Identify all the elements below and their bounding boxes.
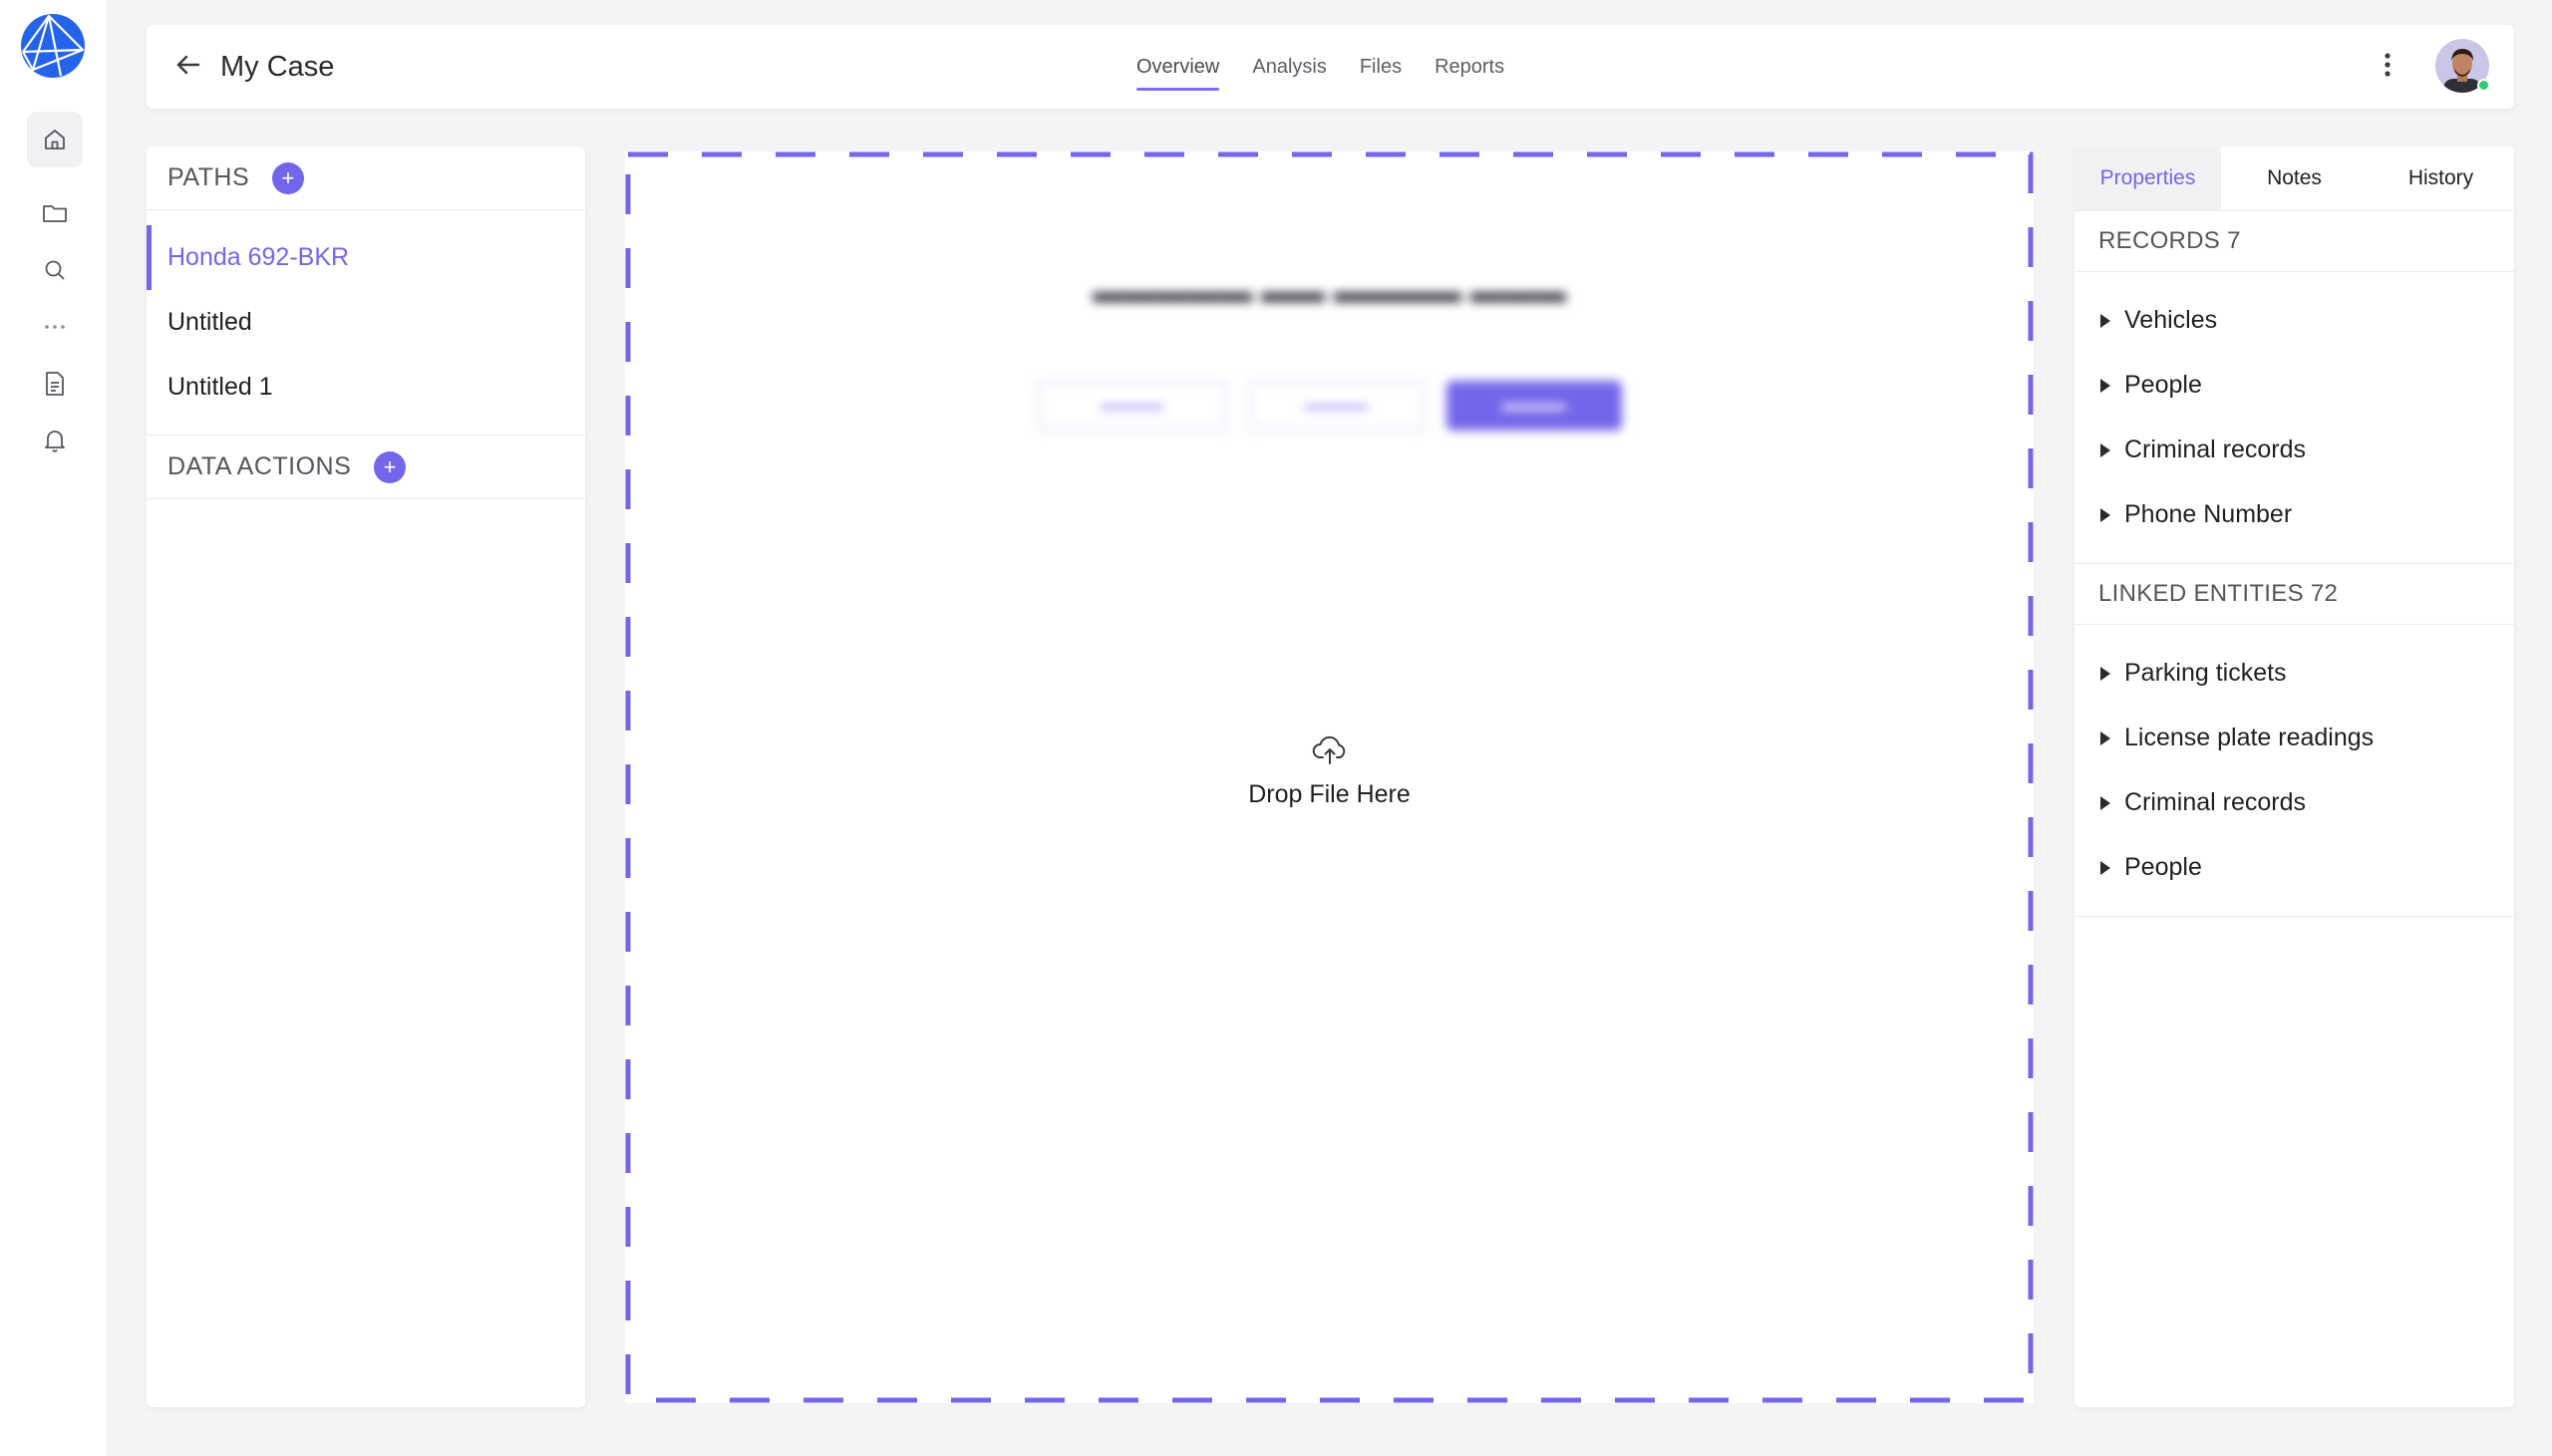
cloud-upload-icon bbox=[1312, 735, 1348, 770]
caret-right-icon bbox=[2100, 860, 2110, 875]
blurred-upload-buttons: ▬▬▬▬ ▬▬▬▬ ▬▬▬▬ bbox=[625, 381, 2034, 431]
document-icon bbox=[44, 371, 66, 397]
add-data-action-button[interactable]: + bbox=[374, 450, 407, 483]
rail-documents-button[interactable] bbox=[27, 356, 83, 412]
record-item-vehicles[interactable]: Vehicles bbox=[2074, 288, 2514, 353]
more-vertical-icon bbox=[2385, 52, 2391, 83]
properties-panel: Properties Notes History RECORDS 7 Vehic… bbox=[2074, 146, 2514, 1407]
linked-entities-header: LINKED ENTITIES 72 bbox=[2074, 563, 2514, 625]
tab-analysis[interactable]: Analysis bbox=[1252, 25, 1326, 109]
rail-notifications-button[interactable] bbox=[27, 413, 83, 468]
app-logo[interactable] bbox=[19, 12, 87, 80]
paths-panel: PATHS + Honda 692-BKR Untitled Untitled … bbox=[147, 146, 585, 1407]
path-item[interactable]: Untitled bbox=[147, 290, 585, 355]
linked-item-parking-tickets[interactable]: Parking tickets bbox=[2074, 641, 2514, 706]
top-header: My Case Overview Analysis Files Reports bbox=[147, 25, 2514, 109]
add-path-button[interactable]: + bbox=[272, 161, 305, 194]
drop-file-label: Drop File Here bbox=[1248, 780, 1411, 808]
tab-reports[interactable]: Reports bbox=[1435, 25, 1504, 109]
linked-item-label: People bbox=[2124, 853, 2202, 881]
online-status-indicator bbox=[2477, 79, 2490, 92]
linked-item-label: Criminal records bbox=[2124, 788, 2306, 816]
tab-properties[interactable]: Properties bbox=[2074, 146, 2221, 210]
caret-right-icon bbox=[2100, 730, 2110, 745]
caret-right-icon bbox=[2100, 507, 2110, 522]
left-rail bbox=[0, 0, 108, 1456]
record-item-label: People bbox=[2124, 371, 2202, 399]
record-item-label: Phone Number bbox=[2124, 500, 2293, 528]
record-item-label: Criminal records bbox=[2124, 436, 2306, 463]
plus-icon: + bbox=[281, 164, 295, 190]
blurred-button: ▬▬▬▬ bbox=[1037, 381, 1227, 431]
folder-icon bbox=[42, 201, 68, 225]
more-horizontal-icon bbox=[43, 323, 67, 331]
linked-entities-list: Parking tickets License plate readings C… bbox=[2074, 625, 2514, 917]
data-actions-header: DATA ACTIONS + bbox=[147, 436, 585, 499]
arrow-left-icon bbox=[174, 53, 202, 82]
rail-more-button[interactable] bbox=[27, 299, 83, 355]
linked-item-label: License plate readings bbox=[2124, 724, 2375, 751]
more-options-button[interactable] bbox=[2373, 49, 2402, 85]
linked-item-license-plate-readings[interactable]: License plate readings bbox=[2074, 706, 2514, 770]
tab-history[interactable]: History bbox=[2368, 146, 2514, 210]
tab-notes[interactable]: Notes bbox=[2221, 146, 2368, 210]
paths-heading: PATHS bbox=[167, 163, 250, 191]
path-item[interactable]: Honda 692-BKR bbox=[147, 225, 585, 290]
drop-prompt: Drop File Here bbox=[625, 735, 2034, 809]
rail-home-button[interactable] bbox=[27, 112, 83, 167]
caret-right-icon bbox=[2100, 795, 2110, 810]
data-actions-heading: DATA ACTIONS bbox=[167, 452, 352, 480]
caret-right-icon bbox=[2100, 442, 2110, 457]
plus-icon: + bbox=[383, 453, 397, 479]
tab-files[interactable]: Files bbox=[1360, 25, 1402, 109]
record-item-label: Vehicles bbox=[2124, 306, 2218, 334]
caret-right-icon bbox=[2100, 666, 2110, 681]
records-header: RECORDS 7 bbox=[2074, 210, 2514, 272]
file-drop-zone[interactable]: ▬▬▬▬▬ ▬▬ ▬▬▬▬ ▬▬▬ ▬▬▬▬ ▬▬▬▬ ▬▬▬▬ Drop Fi… bbox=[625, 151, 2034, 1403]
record-item-phone-number[interactable]: Phone Number bbox=[2074, 482, 2514, 547]
rail-folder-button[interactable] bbox=[27, 185, 83, 241]
properties-tabs: Properties Notes History bbox=[2074, 146, 2514, 210]
records-list: Vehicles People Criminal records Phone N… bbox=[2074, 272, 2514, 563]
linked-item-people[interactable]: People bbox=[2074, 835, 2514, 900]
blurred-primary-button: ▬▬▬▬ bbox=[1445, 381, 1622, 431]
bell-icon bbox=[43, 428, 67, 453]
back-button[interactable] bbox=[170, 49, 206, 85]
linked-item-label: Parking tickets bbox=[2124, 659, 2287, 687]
linked-item-criminal-records[interactable]: Criminal records bbox=[2074, 770, 2514, 835]
blurred-button: ▬▬▬▬ bbox=[1248, 381, 1425, 431]
record-item-criminal-records[interactable]: Criminal records bbox=[2074, 418, 2514, 482]
header-tabs: Overview Analysis Files Reports bbox=[1136, 25, 1537, 109]
blurred-upload-title: ▬▬▬▬▬ ▬▬ ▬▬▬▬ ▬▬▬ bbox=[1093, 273, 1566, 309]
record-item-people[interactable]: People bbox=[2074, 353, 2514, 418]
caret-right-icon bbox=[2100, 378, 2110, 393]
search-icon bbox=[43, 258, 67, 282]
rail-search-button[interactable] bbox=[27, 242, 83, 298]
path-item[interactable]: Untitled 1 bbox=[147, 355, 585, 420]
tab-overview[interactable]: Overview bbox=[1136, 25, 1220, 109]
paths-list: Honda 692-BKR Untitled Untitled 1 bbox=[147, 210, 585, 436]
user-avatar[interactable] bbox=[2435, 39, 2490, 93]
paths-header: PATHS + bbox=[147, 146, 585, 210]
caret-right-icon bbox=[2100, 313, 2110, 328]
page-title: My Case bbox=[220, 51, 335, 83]
home-icon bbox=[43, 128, 67, 151]
